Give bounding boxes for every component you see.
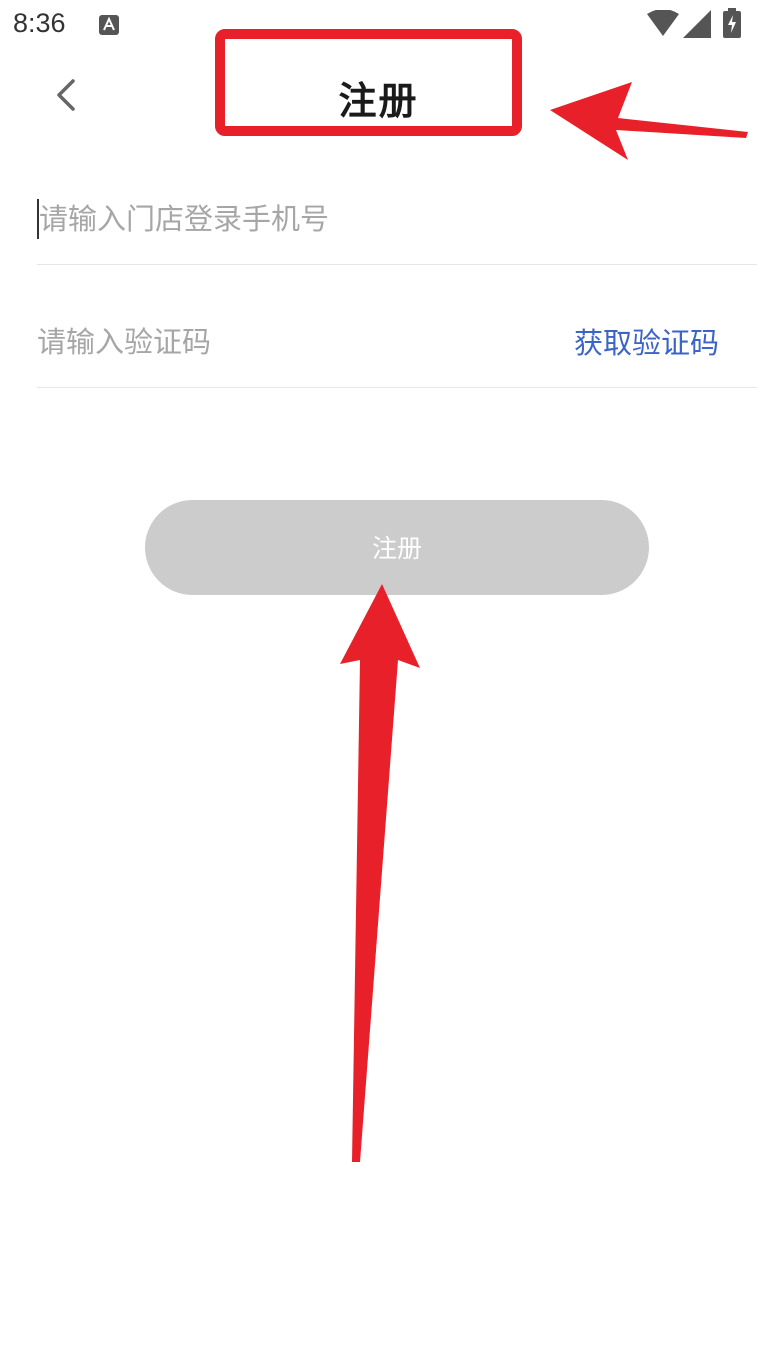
annotation-arrow-up	[340, 584, 420, 1162]
get-verification-code-button[interactable]: 获取验证码	[574, 265, 719, 387]
register-button[interactable]: 注册	[145, 500, 649, 595]
status-time: 8:36	[13, 8, 66, 38]
wifi-icon	[647, 10, 679, 36]
signal-icon	[683, 10, 711, 38]
code-field-row: 获取验证码	[37, 265, 757, 403]
verification-code-input[interactable]	[37, 281, 537, 403]
app-header: 注册	[0, 50, 757, 140]
phone-field-row	[37, 142, 757, 280]
font-a-icon	[99, 15, 119, 35]
status-icons	[645, 8, 745, 40]
phone-input[interactable]	[37, 158, 539, 280]
page-title: 注册	[338, 79, 419, 123]
status-bar: 8:36	[0, 0, 757, 50]
battery-charging-icon	[723, 8, 741, 38]
